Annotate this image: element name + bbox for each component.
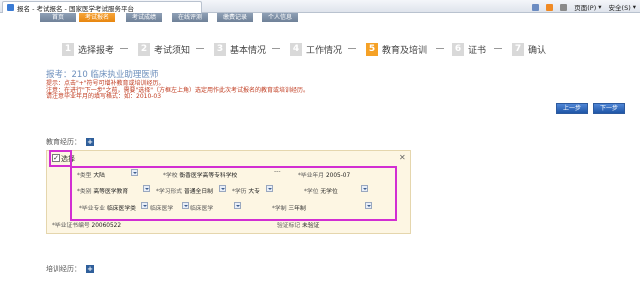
step-separator xyxy=(196,48,204,49)
page-menu-label: 页面(P) xyxy=(574,4,597,12)
instruction-notes: 提示：点击"+"符号可增补教育或培训经历。 注意：在进行"下一步"之前，需要"选… xyxy=(46,80,309,101)
education-section-header: 教育经历： + xyxy=(46,137,94,147)
step-1[interactable]: 1 选择报考 xyxy=(62,42,114,56)
step-number: 7 xyxy=(512,42,524,56)
feed-button[interactable] xyxy=(546,3,554,11)
education-section-label: 教育经历： xyxy=(46,138,81,146)
prev-button[interactable]: 上一步 xyxy=(556,103,588,114)
step-separator xyxy=(494,48,502,49)
certificate-field: *毕业证书编号 20060522 xyxy=(52,220,121,229)
add-training-button[interactable]: + xyxy=(86,265,94,273)
browser-toolbar: 页面(P) ▾ 安全(S) ▾ xyxy=(532,1,636,13)
step-label: 基本情况 xyxy=(230,45,267,56)
certificate-label: *毕业证书编号 xyxy=(52,223,90,229)
safety-menu-label: 安全(S) xyxy=(608,4,631,12)
site-nav: 首页 考试报名 考试成绩 在线评测 缴费记录 个人信息 xyxy=(0,13,640,22)
certificate-value[interactable]: 20060522 xyxy=(92,223,122,229)
step-number: 6 xyxy=(452,42,464,56)
chevron-down-icon: ▾ xyxy=(598,3,602,11)
highlight-frame-fields xyxy=(70,166,397,221)
step-number: 1 xyxy=(62,42,74,56)
step-label: 选择报考 xyxy=(78,45,115,56)
close-icon[interactable]: ✕ xyxy=(399,153,406,162)
step-separator xyxy=(120,48,128,49)
browser-tab[interactable]: 报名 - 考试报名 - 国家医学考试服务平台 xyxy=(2,1,202,13)
add-education-button[interactable]: + xyxy=(86,138,94,146)
verify-label: 验证标记 xyxy=(277,223,301,229)
home-icon xyxy=(532,3,540,11)
training-section-header: 培训经历： + xyxy=(46,264,94,274)
step-label: 考试须知 xyxy=(154,45,191,56)
step-separator xyxy=(272,48,280,49)
step-7[interactable]: 7 确认 xyxy=(512,42,546,56)
browser-bar: 报名 - 考试报名 - 国家医学考试服务平台 页面(P) ▾ 安全(S) ▾ xyxy=(0,0,640,13)
step-label: 工作情况 xyxy=(306,45,343,56)
chevron-down-icon: ▾ xyxy=(632,3,636,11)
step-number: 3 xyxy=(214,42,226,56)
nav-item-scores[interactable]: 考试成绩 xyxy=(126,13,162,22)
step-4[interactable]: 4 工作情况 xyxy=(290,42,342,56)
step-number: 2 xyxy=(138,42,150,56)
page-title: 报考：210 临床执业助理医师 xyxy=(46,70,159,80)
highlight-frame-checkbox xyxy=(49,150,72,167)
nav-item-payments[interactable]: 缴费记录 xyxy=(217,13,253,22)
training-section-label: 培训经历： xyxy=(46,265,81,273)
print-button[interactable] xyxy=(560,3,568,11)
step-3[interactable]: 3 基本情况 xyxy=(214,42,266,56)
note-line: 请注意毕业年月的填写格式：如：2010-03 xyxy=(46,93,162,101)
step-2[interactable]: 2 考试须知 xyxy=(138,42,190,56)
step-5[interactable]: 5 教育及培训 xyxy=(366,42,427,56)
page-menu[interactable]: 页面(P) ▾ xyxy=(574,2,601,12)
print-icon xyxy=(560,3,568,11)
next-button[interactable]: 下一步 xyxy=(593,103,625,114)
nav-item-home[interactable]: 首页 xyxy=(40,13,76,22)
home-button[interactable] xyxy=(532,3,540,11)
nav-item-profile[interactable]: 个人信息 xyxy=(262,13,298,22)
nav-item-assessment[interactable]: 在线评测 xyxy=(172,13,208,22)
step-label: 证书 xyxy=(468,45,487,56)
safety-menu[interactable]: 安全(S) ▾ xyxy=(609,2,636,12)
step-separator xyxy=(348,48,356,49)
step-separator xyxy=(436,48,444,49)
favicon-icon xyxy=(7,4,14,11)
verify-field: 验证标记 未验证 xyxy=(277,220,319,229)
step-number: 5 xyxy=(366,42,378,56)
browser-tab-title: 报名 - 考试报名 - 国家医学考试服务平台 xyxy=(17,4,134,13)
step-number: 4 xyxy=(290,42,302,56)
verify-value: 未验证 xyxy=(302,223,320,229)
nav-item-registration[interactable]: 考试报名 xyxy=(79,13,115,22)
feed-icon xyxy=(546,3,554,11)
step-label: 确认 xyxy=(528,45,547,56)
step-label: 教育及培训 xyxy=(382,45,428,56)
step-6[interactable]: 6 证书 xyxy=(452,42,486,56)
